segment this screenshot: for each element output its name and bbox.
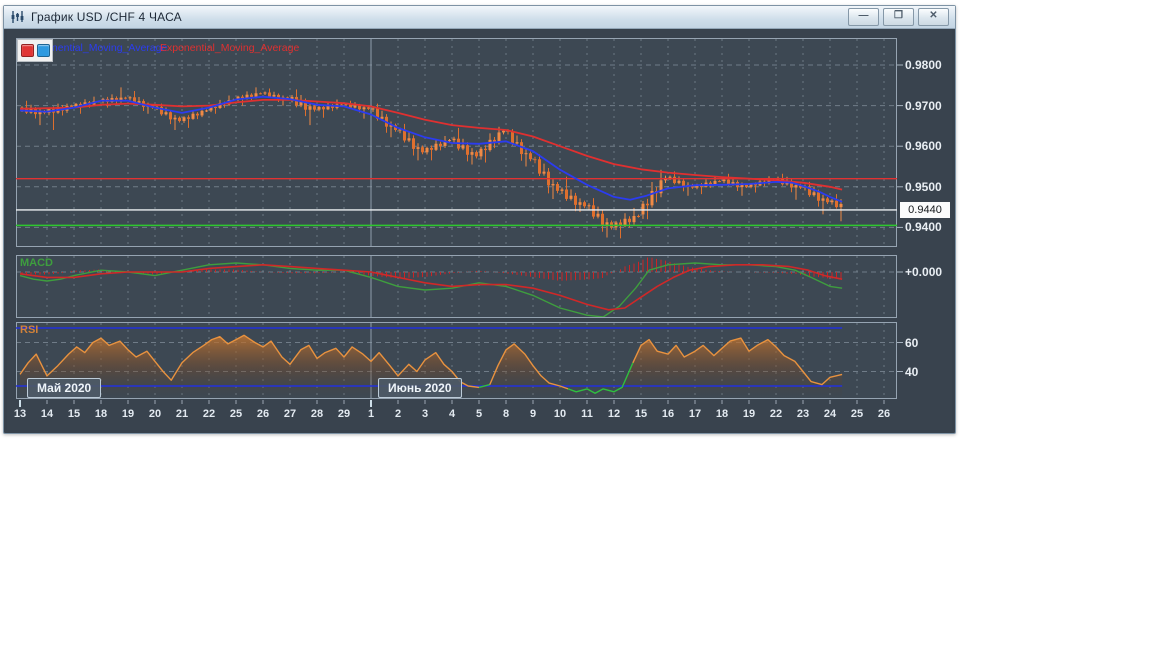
price-axis-tick: 0.9500: [905, 179, 942, 194]
date-axis-label: 8: [502, 408, 510, 420]
date-axis-label: 19: [121, 408, 135, 420]
date-axis-label: 2: [394, 408, 402, 420]
date-axis-label: 18: [94, 408, 108, 420]
current-price-tag: 0.9440: [900, 201, 950, 218]
date-axis-label: 3: [421, 408, 429, 420]
date-axis-label: 26: [256, 408, 270, 420]
date-axis-label: 22: [202, 408, 216, 420]
date-axis-label: 22: [769, 408, 783, 420]
price-panel: [16, 38, 897, 247]
window-title: График USD /CHF 4 ЧАСА: [31, 10, 182, 24]
price-axis-tick: 0.9600: [905, 139, 942, 154]
date-axis-label: 14: [40, 408, 54, 420]
indicator-buttons-box: [17, 39, 53, 62]
window-titlebar[interactable]: График USD /CHF 4 ЧАСА — ❐ ✕: [4, 6, 955, 29]
candlestick-chart-icon: [10, 10, 25, 24]
macd-panel: [16, 255, 897, 318]
date-axis-label: 17: [688, 408, 702, 420]
date-axis-label: 15: [67, 408, 81, 420]
close-button[interactable]: ✕: [918, 8, 949, 26]
minimize-button[interactable]: —: [848, 8, 879, 26]
date-axis-label: 29: [337, 408, 351, 420]
date-axis-label: 9: [529, 408, 537, 420]
date-axis-label: 25: [229, 408, 243, 420]
stage: График USD /CHF 4 ЧАСА — ❐ ✕ Exponential…: [0, 0, 1152, 648]
indicator-button-blue[interactable]: [36, 44, 50, 57]
month-marker-label: Май 2020: [27, 378, 102, 398]
date-axis-label: 21: [175, 408, 189, 420]
date-axis-label: 5: [475, 408, 483, 420]
date-axis-label: 11: [581, 408, 593, 420]
date-axis-label: 23: [796, 408, 810, 420]
legend-ema-slow-label: Exponential_Moving_Average: [160, 42, 300, 54]
date-axis-label: 19: [742, 408, 756, 420]
price-axis-tick: 0.9400: [905, 220, 942, 235]
date-axis-label: 4: [448, 408, 456, 420]
date-axis-label: 26: [877, 408, 891, 420]
price-axis-tick: 0.9700: [905, 98, 942, 113]
indicator-button-red[interactable]: [20, 44, 34, 57]
date-axis-label: 12: [607, 408, 621, 420]
macd-panel-label: MACD: [20, 257, 53, 269]
date-axis-label: 27: [283, 408, 297, 420]
rsi-axis-tick: 40: [905, 364, 919, 379]
restore-button[interactable]: ❐: [883, 8, 914, 26]
rsi-panel-label: RSI: [20, 324, 39, 336]
price-axis-tick: 0.9800: [905, 58, 942, 72]
month-marker-label: Июнь 2020: [378, 378, 462, 398]
date-axis-label: 1: [367, 408, 375, 420]
date-axis-label: 24: [823, 408, 837, 420]
date-axis-label: 10: [553, 408, 567, 420]
date-axis-label: 28: [310, 408, 324, 420]
date-axis-label: 13: [13, 408, 27, 420]
date-axis-label: 20: [148, 408, 162, 420]
macd-axis-tick: +0.000: [905, 265, 943, 279]
date-axis-label: 18: [715, 408, 729, 420]
rsi-axis-tick: 60: [905, 335, 919, 350]
date-axis-label: 25: [850, 408, 864, 420]
date-axis-label: 16: [661, 408, 675, 420]
date-axis-label: 15: [634, 408, 648, 420]
